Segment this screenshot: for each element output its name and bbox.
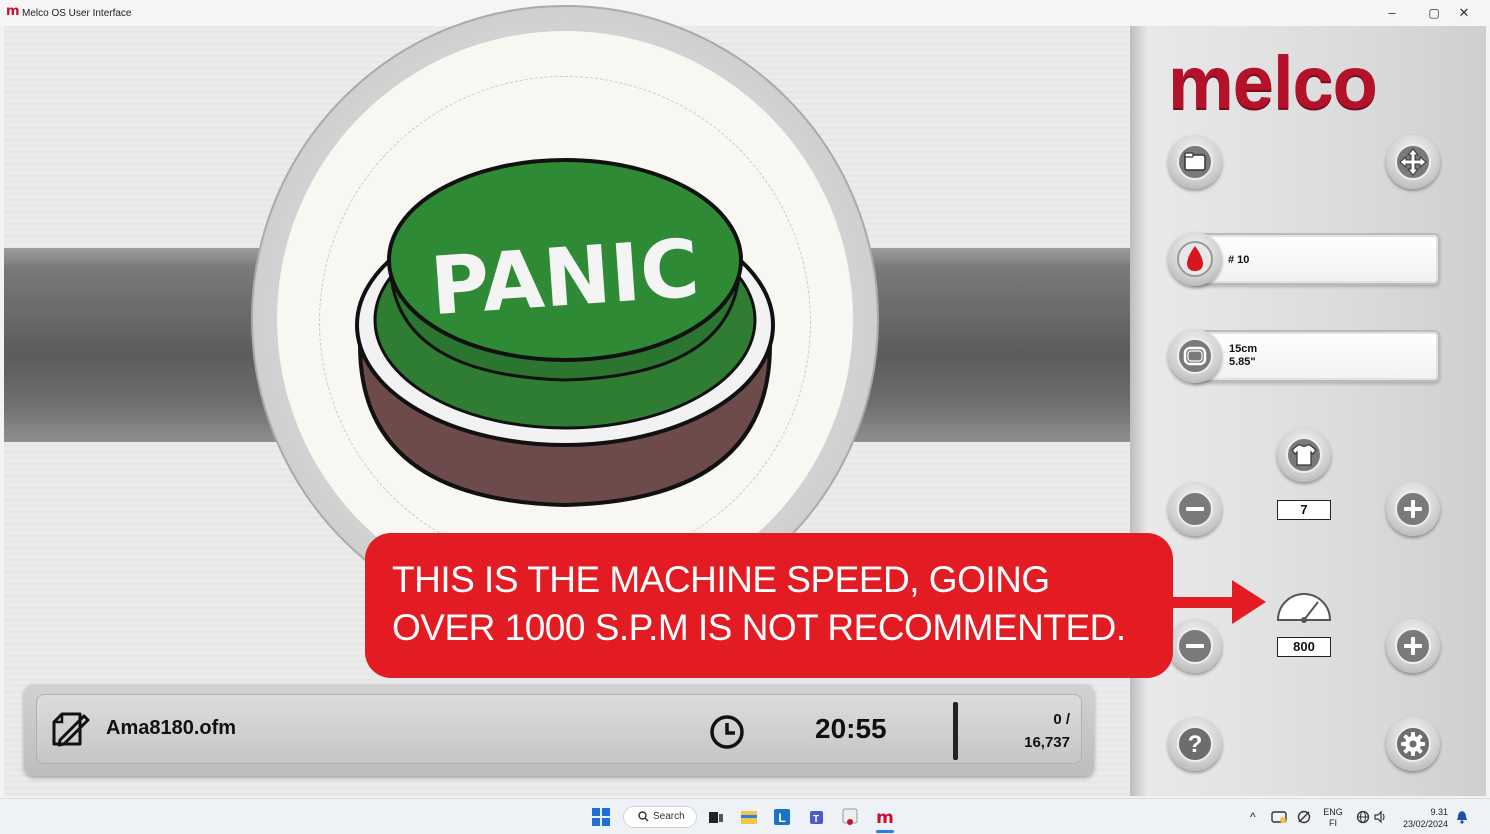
active-app-indicator [876,830,894,833]
hoop-size-cm: 15cm [1229,343,1258,355]
clock-icon [710,715,744,749]
tshirt-icon [1286,437,1322,473]
speedometer-icon [1276,593,1332,623]
callout-arrow-head-icon [1232,580,1266,624]
network-off-icon[interactable] [1297,810,1311,824]
garment-value[interactable]: 7 [1277,500,1331,520]
help-button[interactable]: ? [1168,717,1222,771]
svg-text:?: ? [1188,731,1203,758]
design-filename: Ama8180.ofm [106,717,237,739]
edit-design-icon[interactable] [50,710,92,748]
garment-decrease-button[interactable] [1168,482,1222,536]
notification-bell-icon[interactable] [1456,810,1468,824]
windows-start-icon[interactable] [592,808,610,826]
language-bottom[interactable]: FI [1322,818,1344,828]
gear-icon [1395,726,1431,762]
minus-icon [1177,628,1213,664]
svg-text:m: m [876,808,894,826]
plus-icon [1395,628,1431,664]
stitch-current: 0 / [1053,711,1070,728]
file-explorer-icon[interactable] [740,808,758,826]
svg-text:T: T [813,814,819,825]
teams-icon[interactable]: T [807,808,825,826]
app-window: m Melco OS User Interface – ▢ ✕ PANIC me… [0,0,1490,834]
speed-callout-text: THIS IS THE MACHINE SPEED, GOING OVER 10… [392,556,1172,652]
needle-label: # 10 [1228,254,1250,266]
svg-text:L: L [778,811,785,825]
speed-increase-button[interactable] [1386,619,1440,673]
move-design-button[interactable] [1386,135,1440,189]
search-label: Search [653,811,685,822]
melco-taskbar-icon[interactable]: m [876,808,894,826]
window-title: Melco OS User Interface [22,8,132,19]
title-bar: m Melco OS User Interface – ▢ ✕ [0,0,1490,26]
language-top[interactable]: ENG [1322,807,1344,817]
thread-spool-icon [1177,241,1213,277]
callout-line-2: OVER 1000 S.P.M IS NOT RECOMMENTED. [392,607,1126,648]
callout-arrow-shaft [1170,597,1236,608]
hoop-size-in: 5.85" [1229,356,1256,368]
callout-line-1: THIS IS THE MACHINE SPEED, GOING [392,559,1050,600]
hoop-field-box[interactable] [1190,330,1440,382]
plus-icon [1395,491,1431,527]
designshop-icon[interactable] [841,808,859,826]
needle-color-button[interactable] [1168,232,1222,286]
status-divider [953,702,958,760]
folder-icon [1177,144,1213,180]
speed-value[interactable]: 800 [1277,637,1331,657]
tray-chevron-icon[interactable]: ^ [1250,811,1256,823]
taskbar-clock-time[interactable]: 9.31 [1398,807,1448,817]
volume-icon[interactable] [1373,810,1387,824]
taskbar-clock-date[interactable]: 23/02/2024 [1396,819,1448,829]
open-folder-button[interactable] [1168,135,1222,189]
minimize-button[interactable]: – [1374,2,1410,24]
melco-logo: melco [1168,41,1378,124]
app-logo-icon: m [6,4,20,19]
stitch-total: 16,737 [1024,734,1070,751]
tray-app-icon[interactable] [1271,810,1287,824]
garment-button[interactable] [1277,428,1331,482]
remaining-time: 20:55 [815,713,887,744]
speed-decrease-button[interactable] [1168,619,1222,673]
task-view-icon[interactable] [707,808,725,826]
minus-icon [1177,491,1213,527]
hoop-select-button[interactable] [1168,329,1222,383]
help-icon: ? [1177,726,1213,762]
hoop-icon [1177,338,1213,374]
design-text: PANIC [428,222,702,334]
garment-increase-button[interactable] [1386,482,1440,536]
globe-icon[interactable] [1356,810,1370,824]
move-arrows-icon [1395,144,1431,180]
settings-button[interactable] [1386,717,1440,771]
search-icon [638,811,649,822]
app-l-icon[interactable]: L [773,808,791,826]
close-button[interactable]: ✕ [1446,2,1482,24]
embroidery-design-preview[interactable]: PANIC [350,140,780,510]
